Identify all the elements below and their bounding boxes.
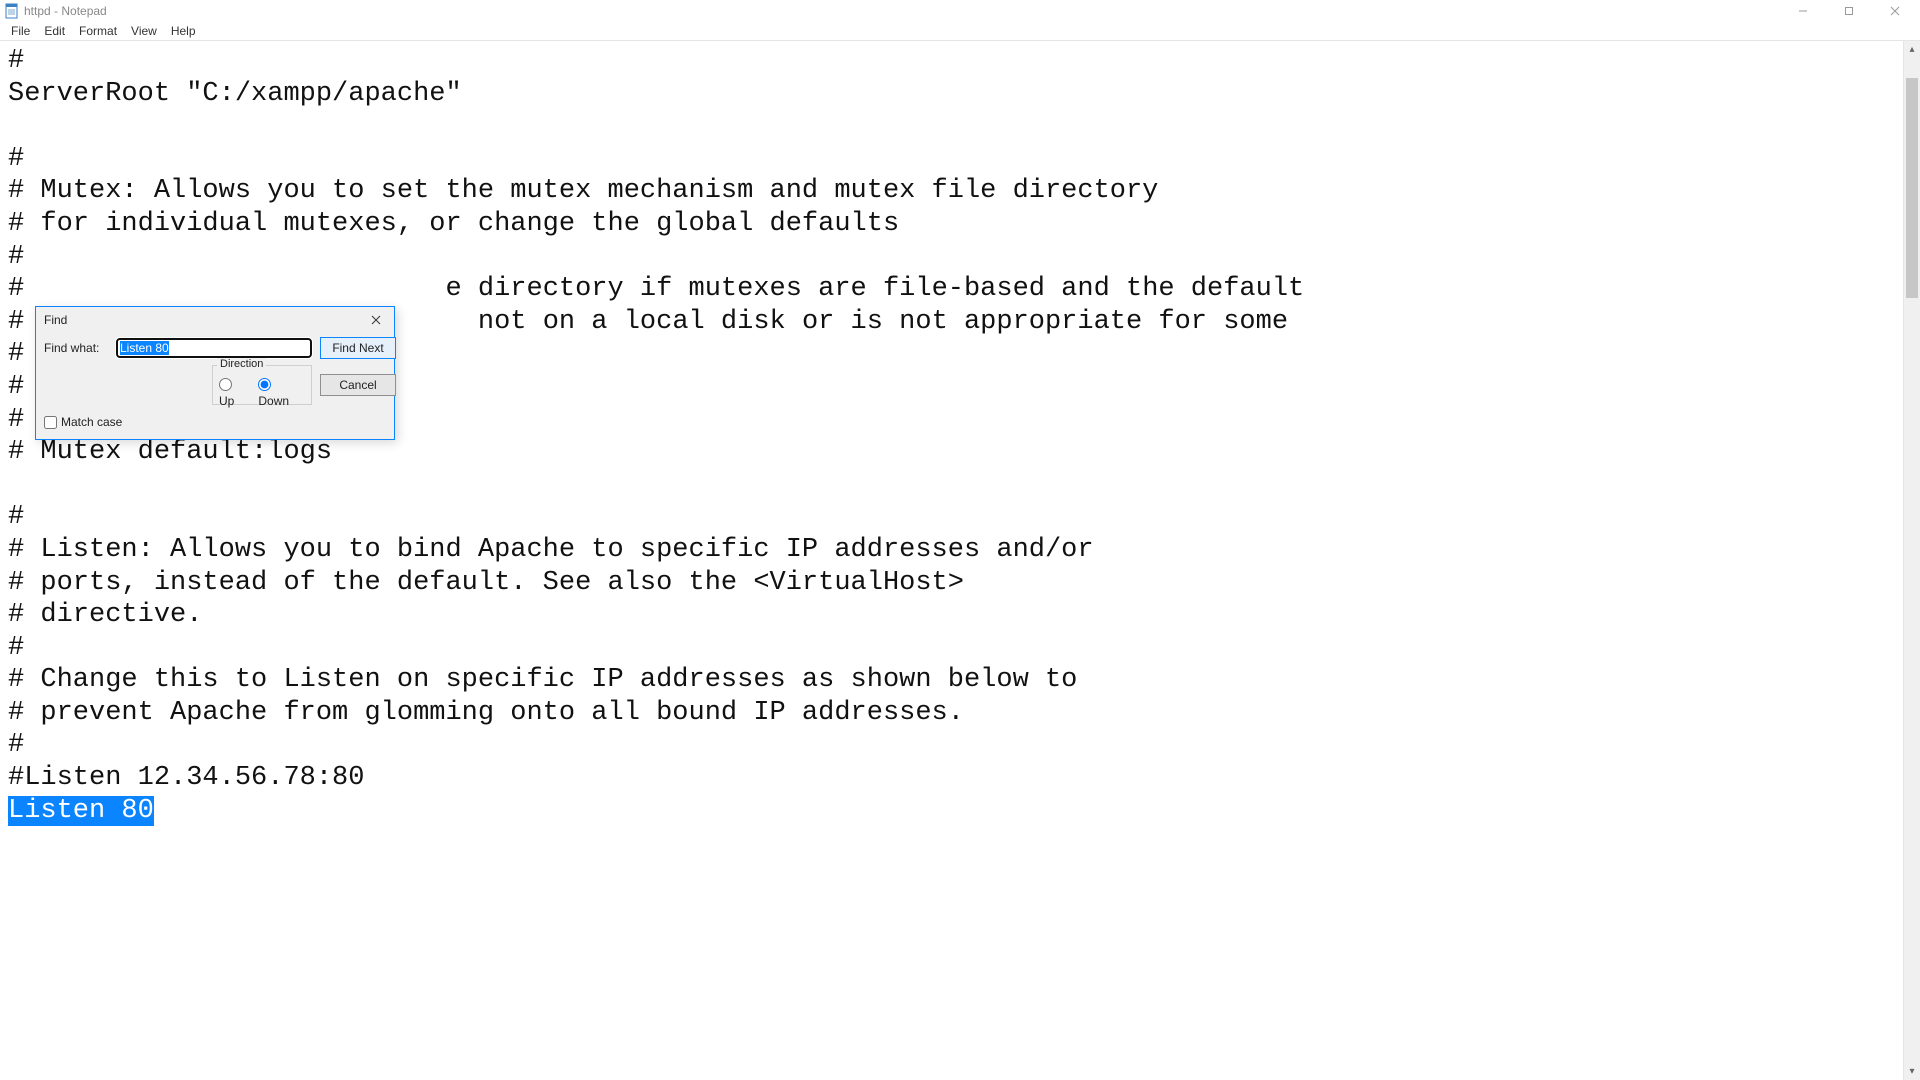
direction-group: Direction Up Down — [212, 365, 312, 405]
editor-line: # — [8, 144, 24, 174]
scrollbar-down-arrow-icon[interactable]: ▾ — [1904, 1063, 1920, 1080]
editor-line: # — [8, 405, 24, 435]
editor-line: # — [8, 274, 24, 304]
editor-highlighted-match: Listen 80 — [8, 796, 154, 826]
match-case-label: Match case — [61, 415, 122, 429]
editor-line: # — [8, 46, 24, 76]
editor-line: # Mutex: Allows you to set the mutex mec… — [8, 176, 1158, 206]
editor-line: e directory if mutexes are file-based an… — [445, 274, 1304, 304]
window-title: httpd - Notepad — [24, 4, 107, 18]
cancel-button[interactable]: Cancel — [320, 374, 396, 396]
direction-up-label: Up — [219, 394, 234, 408]
menu-view[interactable]: View — [124, 22, 164, 40]
menu-help[interactable]: Help — [164, 22, 203, 40]
editor-line: # — [8, 372, 24, 402]
editor-line: # for individual mutexes, or change the … — [8, 209, 899, 239]
menu-bar: File Edit Format View Help — [0, 22, 1920, 41]
minimize-button[interactable] — [1780, 0, 1826, 22]
editor-line: # — [8, 502, 24, 532]
direction-down-radio[interactable]: Down — [258, 378, 305, 408]
find-dialog-close-button[interactable] — [366, 310, 386, 330]
editor-line: # ports, instead of the default. See als… — [8, 568, 964, 598]
text-editor[interactable]: # ServerRoot "C:/xampp/apache" # # Mutex… — [0, 41, 1903, 1080]
editor-line: # Mutex default:logs — [8, 437, 332, 467]
find-what-input[interactable] — [116, 338, 312, 358]
menu-edit[interactable]: Edit — [37, 22, 72, 40]
editor-line: # Change this to Listen on specific IP a… — [8, 665, 1094, 695]
direction-group-label: Direction — [217, 358, 266, 370]
scrollbar-track[interactable] — [1904, 58, 1920, 1063]
editor-line: # — [8, 242, 24, 272]
menu-format[interactable]: Format — [72, 22, 124, 40]
notepad-icon — [4, 3, 20, 19]
close-button[interactable] — [1872, 0, 1918, 22]
editor-line: ServerRoot "C:/xampp/apache" — [8, 79, 462, 109]
find-dialog: Find Find what: Find Next Direction Up D… — [35, 306, 395, 440]
find-dialog-title: Find — [44, 313, 366, 327]
maximize-button[interactable] — [1826, 0, 1872, 22]
vertical-scrollbar[interactable]: ▴ ▾ — [1903, 41, 1920, 1080]
find-next-button[interactable]: Find Next — [320, 337, 396, 359]
editor-line: # Listen: Allows you to bind Apache to s… — [8, 535, 1094, 565]
direction-down-label: Down — [258, 394, 289, 408]
editor-line: # — [8, 307, 24, 337]
editor-line: #Listen 12.34.56.78:80 — [8, 763, 364, 793]
editor-line: # — [8, 339, 24, 369]
editor-line: # — [8, 633, 24, 663]
editor-line: # prevent Apache from glomming onto all … — [8, 698, 964, 728]
scrollbar-thumb[interactable] — [1906, 78, 1918, 298]
editor-line: # directive. — [8, 600, 202, 630]
menu-file[interactable]: File — [4, 22, 37, 40]
scrollbar-up-arrow-icon[interactable]: ▴ — [1904, 41, 1920, 58]
editor-line: # — [8, 730, 24, 760]
window-titlebar: httpd - Notepad — [0, 0, 1920, 22]
find-dialog-titlebar[interactable]: Find — [36, 307, 394, 333]
find-what-label: Find what: — [44, 341, 110, 355]
direction-up-radio[interactable]: Up — [219, 378, 250, 408]
match-case-checkbox[interactable] — [44, 416, 57, 429]
editor-line: not on a local disk or is not appropriat… — [478, 307, 1288, 337]
